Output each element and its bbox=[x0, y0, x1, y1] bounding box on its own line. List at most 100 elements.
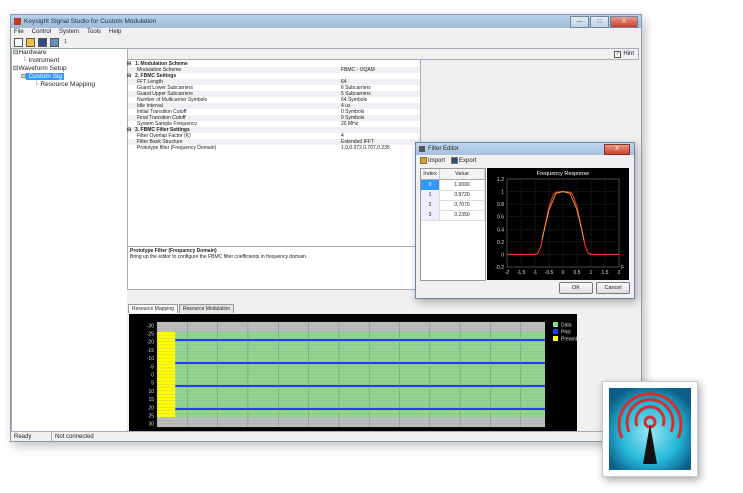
description-panel: Prototype Filter (Frequency Domain) Brin… bbox=[127, 246, 427, 290]
toolbar: 1 bbox=[11, 37, 641, 47]
hint-checkbox[interactable]: ✓ bbox=[614, 51, 622, 58]
y-tick-label: 0.6 bbox=[497, 215, 504, 221]
dialog-icon bbox=[419, 146, 425, 152]
cancel-button[interactable]: Cancel bbox=[596, 282, 630, 294]
pilot-line bbox=[175, 384, 545, 387]
window-title: Keysight Signal Studio for Custom Modula… bbox=[24, 18, 157, 25]
tree-item-custom-ofdm[interactable]: ⊟ Custom Sig bbox=[21, 73, 65, 81]
x-tick-label: 1 bbox=[590, 270, 593, 276]
menu-help[interactable]: Help bbox=[109, 28, 121, 37]
menu-system[interactable]: System bbox=[59, 28, 79, 37]
x-tick-label: -1 bbox=[533, 270, 538, 276]
status-bar: Ready Not connected bbox=[11, 431, 641, 441]
y-tick-label: 0 bbox=[151, 373, 154, 379]
y-tick-label: 0.4 bbox=[497, 227, 504, 233]
hint-toggle[interactable]: ✓ Hint bbox=[614, 50, 634, 58]
navigation-tree: ⊟Hardware └ Instrument ⊟Waveform Setup ⊟… bbox=[11, 48, 128, 432]
pilot-line bbox=[175, 362, 545, 365]
property-row[interactable]: Prototype filter (Frequency Domain) 1.0,0… bbox=[128, 145, 420, 151]
y-tick-label: -20 bbox=[147, 340, 154, 346]
x-axis-label: F bbox=[621, 265, 624, 271]
filter-editor-titlebar: Filter Editor X bbox=[416, 143, 634, 155]
ok-button[interactable]: OK bbox=[559, 282, 593, 294]
app-icon bbox=[14, 18, 21, 25]
resource-map-plot: -30-25-20-15-10-505101520253005101520253… bbox=[129, 314, 577, 439]
x-tick-label: 0.5 bbox=[574, 270, 581, 276]
tree-label: Waveform Setup bbox=[18, 65, 67, 72]
menu-control[interactable]: Control bbox=[32, 28, 51, 37]
y-tick-label: 20 bbox=[148, 405, 154, 411]
x-tick-label: -1.5 bbox=[517, 270, 526, 276]
tree-item-waveform-setup[interactable]: ⊟Waveform Setup bbox=[13, 65, 67, 73]
frequency-response-svg: Frequency Response-2 -1.5 -1 -0.5 0 0.5 1 1.5 21… bbox=[495, 171, 624, 276]
x-tick-label: -2 bbox=[505, 270, 510, 276]
description-text: Bring up the editor to configure the FBM… bbox=[130, 254, 308, 260]
minimize-button[interactable]: — bbox=[570, 16, 589, 28]
open-folder-icon[interactable] bbox=[26, 37, 35, 47]
legend-swatch bbox=[553, 329, 558, 334]
title-bar: Keysight Signal Studio for Custom Modula… bbox=[11, 15, 641, 28]
dialog-close-button[interactable]: X bbox=[604, 144, 630, 155]
property-name: Prototype filter (Frequency Domain) bbox=[137, 145, 217, 151]
tab-resource-mapping[interactable]: Resource Mapping bbox=[128, 304, 178, 313]
menu-file[interactable]: File bbox=[14, 28, 24, 37]
tree-label: Resource Mapping bbox=[40, 81, 95, 88]
export-label: Export bbox=[459, 158, 477, 165]
y-tick-label: 10 bbox=[148, 389, 154, 395]
chart-title: Frequency Response bbox=[537, 171, 589, 177]
menu-tools[interactable]: Tools bbox=[87, 28, 101, 37]
y-tick-label: 0.2 bbox=[497, 240, 504, 246]
maximize-button[interactable]: □ bbox=[590, 16, 609, 28]
tree-item-resource-mapping[interactable]: └ Resource Mapping bbox=[34, 81, 95, 89]
app-logo bbox=[602, 381, 698, 477]
frequency-response-chart: Frequency Response -2 -1.5 -1 -0.5 0 0.5 1 1.5 2 1… bbox=[487, 168, 629, 280]
tree-label-selected: Custom Sig bbox=[26, 73, 65, 80]
column-header-index: Index bbox=[421, 169, 440, 180]
y-tick-label: 0.8 bbox=[497, 202, 504, 208]
legend-label: Data bbox=[561, 323, 572, 329]
tab-strip: Resource Mapping Resource Modulation bbox=[128, 304, 235, 313]
tree-item-hardware[interactable]: ⊟Hardware bbox=[13, 49, 47, 57]
import-button[interactable]: Import bbox=[420, 157, 445, 165]
import-icon bbox=[420, 157, 427, 164]
y-tick-label: -25 bbox=[147, 331, 154, 337]
tree-label: Hardware bbox=[18, 49, 47, 56]
tree-item-instrument[interactable]: └ Instrument bbox=[22, 57, 59, 65]
y-tick-label: -0.2 bbox=[495, 265, 504, 271]
tree-label: Instrument bbox=[28, 57, 60, 64]
export-button[interactable]: Export bbox=[451, 157, 476, 165]
download-icon[interactable] bbox=[50, 37, 59, 47]
y-tick-label: -5 bbox=[150, 364, 155, 370]
coefficient-index[interactable]: 3 bbox=[421, 210, 440, 221]
import-label: Import bbox=[428, 158, 446, 165]
coefficient-value[interactable]: 0.2350 bbox=[440, 210, 485, 221]
y-tick-label: 30 bbox=[148, 422, 154, 428]
menu-bar: File Control System Tools Help bbox=[11, 28, 641, 37]
y-tick-label: -15 bbox=[147, 348, 154, 354]
legend-label: Preamble bbox=[561, 337, 577, 343]
y-tick-label: 0 bbox=[501, 252, 504, 258]
y-tick-label: -10 bbox=[147, 356, 154, 362]
y-tick-label: 15 bbox=[148, 397, 154, 403]
status-ready: Ready bbox=[14, 434, 32, 440]
save-icon[interactable] bbox=[38, 37, 47, 47]
coefficient-table: Index Value 0 1.0000 1 0.9720 2 0.7070 3 0.2350 bbox=[420, 168, 486, 281]
pilot-line bbox=[175, 339, 545, 342]
antenna-logo-icon bbox=[609, 388, 691, 470]
resource-map-svg: -30-25-20-15-10-505101520253005101520253… bbox=[147, 321, 577, 437]
hint-label: Hint bbox=[623, 51, 634, 57]
legend-swatch bbox=[553, 336, 558, 341]
y-tick-label: 1.2 bbox=[497, 177, 504, 183]
status-connection: Not connected bbox=[51, 432, 94, 441]
property-value[interactable]: 1.0,0.972,0.707,0.235 bbox=[341, 145, 390, 151]
new-file-icon[interactable] bbox=[14, 37, 23, 47]
property-grid: ⊟ 1. Modulation Scheme Modulation Scheme FB… bbox=[127, 59, 421, 247]
toolbar-number-button[interactable]: 1 bbox=[62, 39, 69, 46]
filter-editor-dialog: Filter Editor X Import Export Index Valu… bbox=[415, 142, 635, 299]
y-tick-label: 5 bbox=[151, 381, 154, 387]
column-header-value: Value bbox=[440, 169, 485, 180]
x-tick-label: 1.5 bbox=[602, 270, 609, 276]
close-button[interactable]: X bbox=[610, 16, 638, 28]
tab-resource-modulation[interactable]: Resource Modulation bbox=[178, 304, 235, 313]
x-tick-label: -0.5 bbox=[545, 270, 554, 276]
